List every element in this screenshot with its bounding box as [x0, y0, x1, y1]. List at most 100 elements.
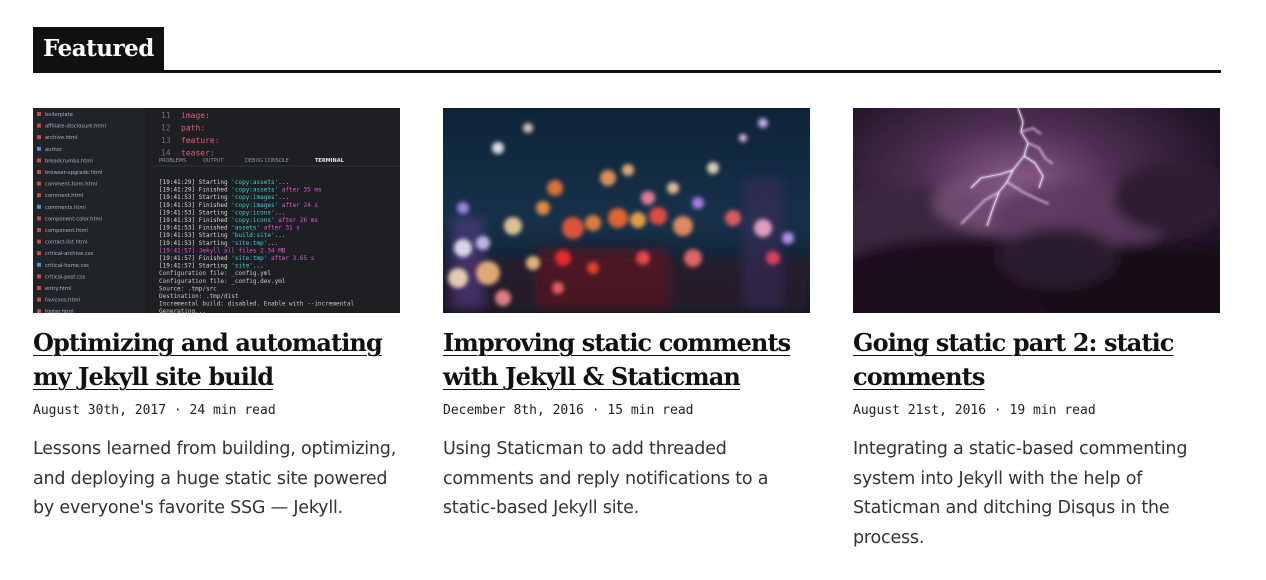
image-text-span: after 24 s — [278, 202, 318, 209]
image-text-span: [19:41:29] Starting — [159, 179, 231, 186]
post-title-link[interactable]: Optimizing and automating my Jekyll site… — [33, 326, 400, 394]
file-icon — [37, 158, 41, 163]
image-text-span: 'copy:icons' — [231, 209, 274, 216]
image-text-span: Incremental build: disabled. Enable with… — [159, 301, 354, 308]
image-text-span: ... — [275, 232, 286, 239]
image-text: TERMINAL — [315, 158, 345, 164]
image-text: contact-list.html — [45, 240, 87, 246]
bokeh-light — [585, 215, 601, 231]
bokeh-light — [649, 207, 667, 225]
lightning-storm-image — [853, 108, 1220, 313]
image-text-span: 'build:site' — [231, 232, 274, 239]
image-text: component-color.html — [45, 216, 102, 222]
image-text: critical-archive.css — [45, 251, 93, 257]
image-text: PROBLEMS — [159, 158, 186, 164]
image-text-span: Destination: .tmp/dist — [159, 293, 239, 300]
post-meta: December 8th, 2016 · 15 min read — [443, 402, 810, 420]
file-icon — [37, 239, 41, 244]
image-text-span: ... — [275, 209, 286, 216]
image-text-span: [19:41:53] Finished — [159, 202, 231, 209]
image-text: critical-home.css — [45, 263, 89, 269]
post-thumbnail-link[interactable] — [443, 108, 810, 313]
file-icon — [37, 193, 41, 198]
image-text-span: [19:41:57] Starting — [159, 263, 231, 270]
image-text: comment-form.html — [45, 182, 97, 188]
post-meta: August 21st, 2016 · 19 min read — [853, 402, 1220, 420]
post-excerpt: Lessons learned from building, optimizin… — [33, 439, 397, 518]
post-read-time: 15 min read — [607, 403, 694, 418]
image-text: Generating... — [159, 308, 206, 313]
file-icon — [37, 262, 41, 267]
bokeh-light — [641, 191, 655, 205]
image-text: [19:41:53] Finished 'copy:icons' after 2… — [159, 217, 318, 224]
bokeh-light — [782, 232, 794, 244]
bokeh-light — [636, 251, 650, 265]
post-thumbnail-link[interactable]: boilerplate affiliate-disclosure.html arch… — [33, 108, 400, 313]
image-text: [19:41:57] Finished 'site:tmp' after 3.6… — [159, 255, 315, 262]
file-icon — [37, 112, 41, 116]
image-text-span: 'copy:images' — [231, 194, 278, 201]
image-text: DEBUG CONSOLE — [245, 158, 289, 164]
image-text: footer.html — [45, 309, 74, 313]
post-title-link[interactable]: Improving static comments with Jekyll & … — [443, 326, 810, 394]
image-text: Configuration file: _config.dev.yml — [159, 278, 286, 285]
image-text: 12 — [161, 124, 171, 133]
image-text-span: 'site' — [231, 263, 253, 270]
image-text: Source: .tmp/src — [159, 285, 217, 292]
image-text-span: Generating... — [159, 308, 206, 313]
image-text-span: ... — [278, 194, 289, 201]
image-text: archive.html — [45, 135, 78, 141]
bokeh-light — [600, 170, 616, 186]
image-text-span: 'copy:assets' — [231, 179, 278, 186]
image-text: component.html — [45, 228, 88, 234]
bokeh-light — [587, 262, 599, 274]
image-text: teaser: — [181, 149, 215, 158]
post-date: August 21st, 2016 — [853, 403, 987, 418]
post-read-time: 24 min read — [189, 403, 276, 418]
bokeh-light — [766, 251, 780, 265]
post-read-time: 19 min read — [1009, 403, 1096, 418]
bokeh-light — [707, 162, 719, 174]
bokeh-light — [547, 180, 563, 196]
image-text-span: Source: .tmp/src — [159, 285, 217, 292]
file-icon — [37, 251, 41, 256]
image-text: entry.html — [45, 286, 71, 292]
bokeh-light — [739, 134, 747, 142]
bokeh-light — [448, 268, 468, 288]
image-text: affiliate-disclosure.html — [45, 124, 106, 130]
image-text-span: [19:41:29] Finished — [159, 187, 231, 194]
post-thumbnail-link[interactable] — [853, 108, 1220, 313]
image-text: Destination: .tmp/dist — [159, 293, 239, 300]
image-text: favicons.html — [45, 298, 80, 304]
image-text-span: [19:41:53] Starting — [159, 240, 231, 247]
bokeh-light — [504, 217, 522, 235]
bokeh-light — [536, 201, 550, 215]
bokeh-light — [523, 123, 533, 133]
bokeh-light — [684, 249, 702, 267]
file-icon — [37, 297, 41, 302]
file-icon — [37, 228, 41, 232]
image-text-span: Configuration file: _config.yml — [159, 270, 271, 277]
image-text-span: 'assets' — [231, 225, 260, 232]
file-icon — [37, 204, 41, 209]
bokeh-light — [758, 118, 768, 128]
image-text: [19:41:53] Starting 'site:tmp'... — [159, 240, 278, 247]
image-text-span: [19:41:53] Starting — [159, 232, 231, 239]
file-icon — [37, 146, 41, 151]
post-date: December 8th, 2016 — [443, 403, 584, 418]
image-text-span: 'copy:assets' — [231, 187, 278, 194]
image-text-span: 'site:tmp' — [231, 255, 267, 262]
image-text-span: [19:41:57] Jekyll all files 2.34 MB — [159, 247, 286, 254]
bokeh-light — [454, 239, 472, 257]
image-text: [19:41:53] Starting 'build:site'... — [159, 232, 285, 239]
bokeh-light — [622, 164, 634, 176]
featured-section-header: Featured — [33, 27, 1221, 73]
bokeh-light — [476, 261, 500, 285]
image-text: Incremental build: disabled. Enable with… — [159, 301, 354, 308]
meta-separator: · — [993, 403, 1002, 418]
file-icon — [37, 216, 41, 221]
file-icon — [37, 181, 41, 186]
post-title-link[interactable]: Going static part 2: static comments — [853, 326, 1220, 394]
post-card: boilerplate affiliate-disclosure.html arch… — [33, 108, 400, 524]
image-text-span: 'copy:icons' — [231, 217, 274, 224]
